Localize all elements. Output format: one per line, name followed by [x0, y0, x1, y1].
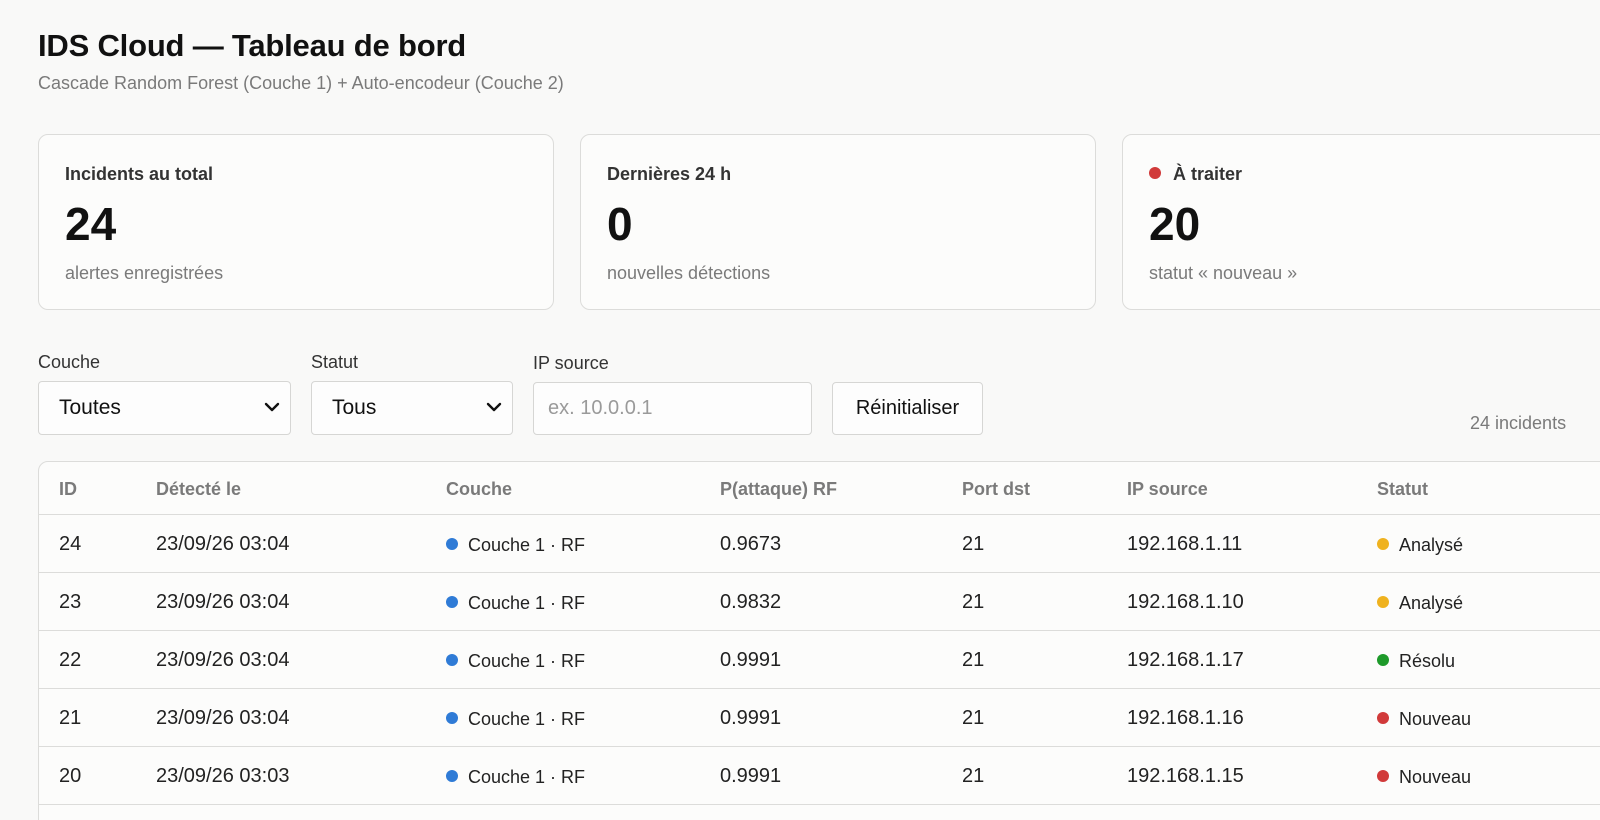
cell-id: 20: [59, 765, 82, 787]
cell-layer: Couche 1 · RF: [446, 709, 585, 730]
table-row[interactable]: 24 23/09/26 03:04 Couche 1 · RF 0.9673 2…: [39, 515, 1600, 573]
cell-id: 22: [59, 649, 82, 671]
page-title: IDS Cloud — Tableau de bord: [38, 28, 467, 63]
ip-filter-label: IP source: [533, 353, 609, 373]
incidents-table: ID Détecté le Couche P(attaque) RF Port …: [38, 461, 1600, 820]
card-to-handle: À traiter 20 statut « nouveau »: [1122, 134, 1600, 310]
cell-ip: 192.168.1.11: [1127, 533, 1243, 555]
layer-filter-value: Toutes: [59, 396, 121, 419]
status-filter-label: Statut: [311, 352, 359, 372]
card-hint: nouvelles détections: [607, 263, 771, 283]
card-label: À traiter: [1173, 164, 1243, 184]
layer-text: Couche 1 · RF: [468, 651, 586, 671]
card-total-incidents: Incidents au total 24 alertes enregistré…: [38, 134, 554, 310]
card-hint: statut « nouveau »: [1149, 263, 1298, 283]
cell-port: 21: [962, 649, 985, 671]
column-header-id[interactable]: ID: [59, 479, 77, 500]
cell-port: 21: [962, 765, 985, 787]
cell-id: 21: [59, 707, 82, 729]
layer-text: Couche 1 · RF: [468, 709, 586, 729]
cell-detected: 23/09/26 03:03: [156, 765, 290, 787]
ip-source-input[interactable]: [533, 382, 812, 435]
cell-ip: 192.168.1.16: [1127, 707, 1244, 729]
cell-layer: Couche 1 · RF: [446, 767, 585, 788]
status-dot-icon: [1377, 538, 1389, 550]
cell-id: 23: [59, 591, 82, 613]
layer-text: Couche 1 · RF: [468, 767, 586, 787]
alert-dot-icon: [1149, 167, 1161, 179]
layer-dot-icon: [446, 770, 458, 782]
table-row[interactable]: 21 23/09/26 03:04 Couche 1 · RF 0.9991 2…: [39, 689, 1600, 747]
status-dot-icon: [1377, 654, 1389, 666]
card-label-row: À traiter: [1149, 164, 1242, 185]
layer-text: Couche 1 · RF: [468, 535, 586, 555]
card-label: Dernières 24 h: [607, 164, 732, 184]
incident-count: 24 incidents: [1470, 413, 1567, 433]
cell-ip: 192.168.1.10: [1127, 591, 1244, 613]
dashboard-page: IDS Cloud — Tableau de bord Cascade Rand…: [0, 0, 1600, 820]
cell-port: 21: [962, 707, 985, 729]
card-value: 0: [607, 198, 633, 250]
layer-dot-icon: [446, 654, 458, 666]
column-header-status[interactable]: Statut: [1377, 479, 1428, 500]
layer-filter-label: Couche: [38, 352, 101, 372]
status-text: Nouveau: [1399, 767, 1472, 787]
cell-detected: 23/09/26 03:04: [156, 591, 290, 613]
card-last-24h: Dernières 24 h 0 nouvelles détections: [580, 134, 1096, 310]
status-dot-icon: [1377, 596, 1389, 608]
cell-port: 21: [962, 533, 985, 555]
cell-status: Nouveau: [1377, 767, 1471, 788]
cell-probability: 0.9991: [720, 765, 782, 787]
column-header-layer[interactable]: Couche: [446, 479, 512, 500]
card-hint: alertes enregistrées: [65, 263, 224, 283]
layer-text: Couche 1 · RF: [468, 593, 586, 613]
status-dot-icon: [1377, 770, 1389, 782]
status-text: Analysé: [1399, 593, 1464, 613]
table-row[interactable]: 23 23/09/26 03:04 Couche 1 · RF 0.9832 2…: [39, 573, 1600, 631]
cell-probability: 0.9991: [720, 649, 782, 671]
cell-id: 24: [59, 533, 82, 555]
cell-status: Analysé: [1377, 535, 1463, 556]
layer-dot-icon: [446, 596, 458, 608]
status-text: Analysé: [1399, 535, 1464, 555]
cell-ip: 192.168.1.17: [1127, 649, 1244, 671]
cell-layer: Couche 1 · RF: [446, 651, 585, 672]
status-text: Résolu: [1399, 651, 1456, 671]
cell-probability: 0.9673: [720, 533, 782, 555]
card-value: 24: [65, 198, 117, 250]
column-header-ip[interactable]: IP source: [1127, 479, 1208, 500]
layer-dot-icon: [446, 538, 458, 550]
column-header-probability[interactable]: P(attaque) RF: [720, 479, 837, 500]
card-value: 20: [1149, 198, 1201, 250]
reset-button[interactable]: Réinitialiser: [832, 382, 983, 435]
column-header-detected[interactable]: Détecté le: [156, 479, 241, 500]
card-label: Incidents au total: [65, 164, 214, 184]
status-text: Nouveau: [1399, 709, 1472, 729]
column-header-port[interactable]: Port dst: [962, 479, 1030, 500]
status-dot-icon: [1377, 712, 1389, 724]
cell-probability: 0.9991: [720, 707, 782, 729]
status-filter-value: Tous: [332, 396, 377, 419]
cell-layer: Couche 1 · RF: [446, 593, 585, 614]
layer-filter-select[interactable]: Toutes: [38, 381, 291, 435]
layer-dot-icon: [446, 712, 458, 724]
cell-detected: 23/09/26 03:04: [156, 649, 290, 671]
table-header: ID Détecté le Couche P(attaque) RF Port …: [39, 462, 1600, 515]
status-filter-select[interactable]: Tous: [311, 381, 513, 435]
page-subtitle: Cascade Random Forest (Couche 1) + Auto-…: [38, 73, 564, 93]
chevron-down-icon: [486, 402, 502, 412]
cell-status: Nouveau: [1377, 709, 1471, 730]
cell-ip: 192.168.1.15: [1127, 765, 1244, 787]
cell-detected: 23/09/26 03:04: [156, 707, 290, 729]
cell-port: 21: [962, 591, 985, 613]
table-row[interactable]: 20 23/09/26 03:03 Couche 1 · RF 0.9991 2…: [39, 747, 1600, 805]
cell-status: Analysé: [1377, 593, 1463, 614]
cell-detected: 23/09/26 03:04: [156, 533, 290, 555]
cell-status: Résolu: [1377, 651, 1455, 672]
table-row[interactable]: 22 23/09/26 03:04 Couche 1 · RF 0.9991 2…: [39, 631, 1600, 689]
cell-layer: Couche 1 · RF: [446, 535, 585, 556]
cell-probability: 0.9832: [720, 591, 782, 613]
chevron-down-icon: [264, 402, 280, 412]
